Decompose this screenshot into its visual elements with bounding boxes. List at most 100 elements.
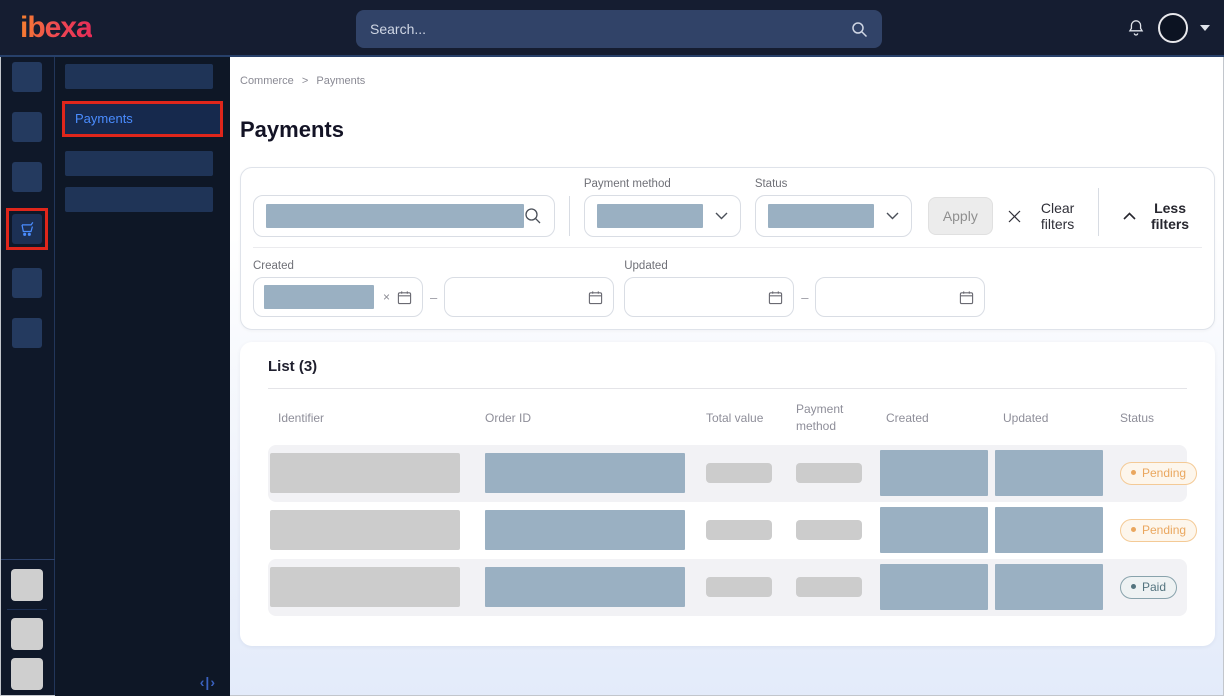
status-badge: Pending bbox=[1120, 519, 1197, 542]
avatar[interactable] bbox=[1158, 13, 1188, 43]
redacted-payment-method bbox=[796, 463, 862, 483]
redacted-search-value bbox=[266, 204, 524, 228]
sidebar-rail-item-commerce[interactable] bbox=[12, 214, 42, 244]
global-search-input[interactable] bbox=[370, 21, 851, 37]
clear-x-icon bbox=[1007, 209, 1022, 224]
magnifier-icon[interactable] bbox=[524, 207, 542, 225]
breadcrumb-separator: > bbox=[302, 75, 308, 87]
redacted-created bbox=[880, 564, 988, 610]
column-created: Created bbox=[886, 411, 1003, 425]
page-title: Payments bbox=[240, 117, 1215, 143]
calendar-icon[interactable] bbox=[768, 290, 783, 305]
icon-rail bbox=[0, 57, 55, 696]
sidebar-item-3[interactable] bbox=[65, 151, 213, 176]
column-payment-method: Payment method bbox=[796, 401, 858, 435]
table-row[interactable]: Pending bbox=[268, 502, 1187, 559]
status-label: Pending bbox=[1142, 523, 1186, 537]
sidebar-item-payments[interactable]: Payments bbox=[65, 104, 220, 134]
bell-icon[interactable] bbox=[1126, 17, 1146, 38]
redacted-identifier bbox=[270, 510, 460, 550]
highlight-box-payments: Payments bbox=[62, 101, 223, 137]
main-content: Commerce > Payments Payments Payment met bbox=[230, 57, 1224, 696]
topbar: ibexa bbox=[0, 0, 1224, 57]
filters-panel: Payment method Status bbox=[240, 167, 1215, 330]
sidebar-rail-item-1[interactable] bbox=[12, 62, 42, 92]
cart-icon bbox=[17, 219, 37, 239]
status-select[interactable] bbox=[755, 195, 912, 237]
status-dot bbox=[1131, 584, 1136, 589]
sidebar-rail-bottom-item-3[interactable] bbox=[11, 658, 43, 690]
redacted-updated bbox=[995, 450, 1103, 496]
date-range-separator: – bbox=[801, 290, 808, 305]
clear-filters-button[interactable]: Clear filters bbox=[1007, 195, 1084, 237]
sidebar-rail-item-6[interactable] bbox=[12, 318, 42, 348]
calendar-icon[interactable] bbox=[959, 290, 974, 305]
redacted-order-id bbox=[485, 510, 685, 550]
redacted-order-id bbox=[485, 453, 685, 493]
redacted-identifier bbox=[270, 567, 460, 607]
payment-method-select[interactable] bbox=[584, 195, 741, 237]
sidebar-item-4[interactable] bbox=[65, 187, 213, 212]
less-filters-button[interactable]: Less filters bbox=[1123, 195, 1194, 237]
updated-from-input[interactable] bbox=[624, 277, 794, 317]
table-row[interactable]: Paid bbox=[268, 559, 1187, 616]
redacted-updated bbox=[995, 507, 1103, 553]
collapse-icon[interactable]: ‹|› bbox=[200, 674, 216, 690]
calendar-icon[interactable] bbox=[588, 290, 603, 305]
breadcrumb-commerce[interactable]: Commerce bbox=[240, 75, 294, 87]
sidebar-rail-item-3[interactable] bbox=[12, 162, 42, 192]
redacted-created bbox=[880, 450, 988, 496]
column-order-id: Order ID bbox=[485, 411, 706, 425]
column-total-value: Total value bbox=[706, 411, 796, 425]
redacted-status-value bbox=[768, 204, 874, 228]
redacted-updated bbox=[995, 564, 1103, 610]
breadcrumb: Commerce > Payments bbox=[240, 57, 1215, 87]
breadcrumb-payments[interactable]: Payments bbox=[316, 75, 365, 87]
secondary-sidebar: Payments ‹|› bbox=[55, 57, 230, 696]
sidebar-rail-bottom-item-1[interactable] bbox=[11, 569, 43, 601]
filter-divider-1 bbox=[569, 196, 570, 236]
redacted-created-from-value bbox=[264, 285, 374, 309]
clear-filters-label: Clear filters bbox=[1031, 200, 1084, 232]
updated-to-input[interactable] bbox=[815, 277, 985, 317]
created-to-input[interactable] bbox=[444, 277, 614, 317]
created-label: Created bbox=[253, 260, 614, 272]
filter-search-input[interactable] bbox=[253, 195, 555, 237]
redacted-created bbox=[880, 507, 988, 553]
table-header: Identifier Order ID Total value Payment … bbox=[268, 389, 1187, 445]
status-label: Status bbox=[755, 178, 912, 190]
chevron-down-icon bbox=[715, 212, 728, 220]
sidebar-rail-item-2[interactable] bbox=[12, 112, 42, 142]
redacted-total-value bbox=[706, 463, 772, 483]
rail-divider bbox=[0, 559, 55, 560]
calendar-icon[interactable] bbox=[397, 290, 412, 305]
list-title: List (3) bbox=[268, 358, 1187, 375]
ibexa-logo: ibexa bbox=[20, 11, 92, 45]
payment-method-label: Payment method bbox=[584, 178, 741, 190]
status-dot bbox=[1131, 527, 1136, 532]
filter-rows-divider bbox=[253, 247, 1202, 248]
updated-label: Updated bbox=[624, 260, 985, 272]
status-label: Paid bbox=[1142, 580, 1166, 594]
date-range-separator: – bbox=[430, 290, 437, 305]
chevron-down-icon bbox=[886, 212, 899, 220]
table-row[interactable]: Pending bbox=[268, 445, 1187, 502]
clear-date-icon[interactable]: × bbox=[383, 290, 390, 304]
filter-divider-2 bbox=[1098, 188, 1099, 236]
rail-divider-2 bbox=[7, 609, 47, 610]
less-filters-label: Less filters bbox=[1146, 200, 1194, 232]
redacted-payment-method bbox=[796, 577, 862, 597]
status-badge: Pending bbox=[1120, 462, 1197, 485]
global-search[interactable] bbox=[356, 10, 882, 48]
chevron-up-icon bbox=[1123, 212, 1136, 220]
caret-down-icon[interactable] bbox=[1200, 25, 1210, 31]
sidebar-rail-bottom-item-2[interactable] bbox=[11, 618, 43, 650]
column-identifier: Identifier bbox=[268, 411, 485, 425]
status-label: Pending bbox=[1142, 466, 1186, 480]
sidebar-rail-item-5[interactable] bbox=[12, 268, 42, 298]
apply-button[interactable]: Apply bbox=[928, 197, 993, 235]
redacted-payment-method-value bbox=[597, 204, 703, 228]
sidebar-item-1[interactable] bbox=[65, 64, 213, 89]
created-from-input[interactable]: × bbox=[253, 277, 423, 317]
redacted-payment-method bbox=[796, 520, 862, 540]
